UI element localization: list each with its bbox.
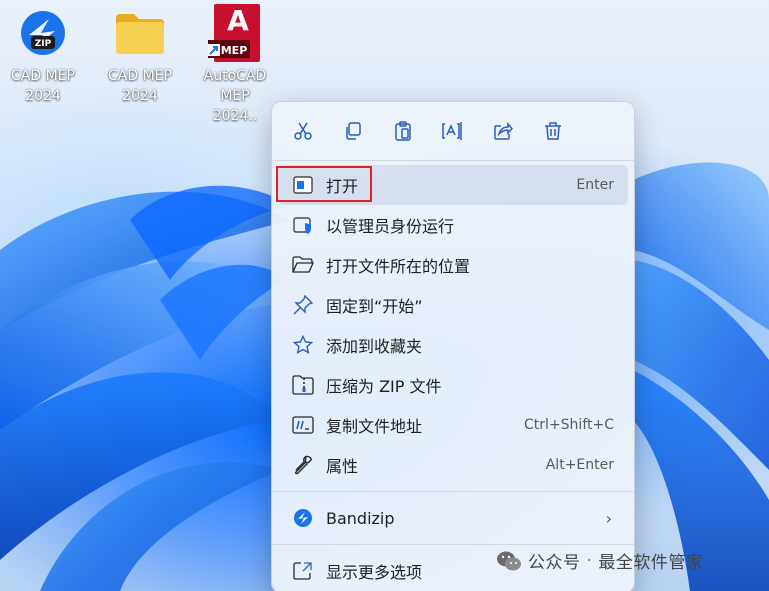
zip-folder-icon: [292, 374, 314, 396]
menu-item-open[interactable]: 打开 Enter: [276, 165, 628, 205]
autocad-letter: A: [227, 4, 249, 37]
desktop-icon-folder[interactable]: CAD MEP 2024: [101, 6, 179, 106]
desktop-icon-zip[interactable]: ZIP CAD MEP 2024: [4, 6, 82, 106]
menu-item-compress-zip[interactable]: 压缩为 ZIP 文件: [278, 365, 628, 405]
wrench-icon: [292, 454, 314, 476]
menu-item-run-as-admin[interactable]: 以管理员身份运行: [278, 205, 628, 245]
show-more-icon: [292, 560, 314, 582]
star-icon: [292, 334, 314, 356]
copy-path-icon: [292, 414, 314, 436]
paste-button[interactable]: [386, 114, 420, 148]
bandizip-icon: [292, 507, 314, 529]
copy-icon: [346, 122, 361, 140]
menu-item-pin-to-start[interactable]: 固定到“开始”: [278, 285, 628, 325]
menu-item-shortcut: Enter: [576, 177, 614, 193]
menu-item-label: 固定到“开始”: [326, 297, 423, 316]
scissors-icon: [294, 122, 312, 140]
desktop-icon-label: CAD MEP 2024: [11, 68, 75, 104]
menu-item-label: 添加到收藏夹: [326, 337, 423, 356]
desktop-icon-autocad-mep[interactable]: A MEP AutoCAD MEP 2024..: [196, 4, 274, 126]
watermark-right: 最全软件管家: [598, 553, 704, 573]
open-app-icon: [292, 174, 314, 196]
context-menu: 打开 Enter 以管理员身份运行 打开文件所在的位置 固定到“开始” 添加到收…: [271, 101, 635, 591]
menu-item-copy-as-path[interactable]: 复制文件地址 Ctrl+Shift+C: [278, 405, 628, 445]
menu-item-label: 以管理员身份运行: [326, 217, 455, 236]
share-button[interactable]: [486, 114, 520, 148]
menu-item-label: 打开文件所在的位置: [326, 257, 471, 276]
folder-open-icon: [292, 254, 314, 276]
menu-item-label: 打开: [326, 177, 359, 196]
menu-item-add-to-favorites[interactable]: 添加到收藏夹: [278, 325, 628, 365]
menu-item-bandizip[interactable]: Bandizip ›: [278, 498, 628, 538]
menu-item-label: Bandizip: [326, 508, 395, 528]
menu-item-label: 属性: [326, 457, 359, 476]
rename-icon: [442, 122, 462, 140]
watermark-left: 公众号: [528, 553, 581, 573]
folder-icon: [113, 6, 167, 60]
trash-icon: [545, 122, 561, 140]
share-icon: [494, 122, 513, 140]
context-menu-toolbar: [272, 102, 634, 160]
wechat-icon: [497, 551, 521, 570]
menu-item-shortcut: Ctrl+Shift+C: [524, 417, 614, 433]
pin-icon: [292, 294, 314, 316]
cut-button[interactable]: [286, 114, 320, 148]
chevron-right-icon: ›: [605, 508, 612, 528]
autocad-mep-icon: A MEP: [208, 4, 262, 62]
context-menu-list: 打开 Enter 以管理员身份运行 打开文件所在的位置 固定到“开始” 添加到收…: [272, 161, 634, 591]
watermark-separator: ·: [586, 550, 593, 571]
zip-archive-icon: ZIP: [16, 6, 70, 60]
menu-item-label: 复制文件地址: [326, 417, 423, 436]
admin-shield-icon: [292, 214, 314, 236]
menu-item-shortcut: Alt+Enter: [545, 457, 614, 473]
menu-item-open-file-location[interactable]: 打开文件所在的位置: [278, 245, 628, 285]
copy-button[interactable]: [336, 114, 370, 148]
desktop-icon-label: CAD MEP 2024: [108, 68, 172, 104]
menu-item-label: 压缩为 ZIP 文件: [326, 377, 442, 396]
rename-button[interactable]: [436, 114, 470, 148]
delete-button[interactable]: [536, 114, 570, 148]
menu-item-properties[interactable]: 属性 Alt+Enter: [278, 445, 628, 485]
desktop-icon-label: AutoCAD MEP 2024..: [203, 68, 267, 124]
paste-icon: [395, 121, 411, 141]
autocad-badge: MEP: [221, 44, 248, 57]
svg-text:ZIP: ZIP: [35, 39, 52, 49]
watermark: 公众号 · 最全软件管家: [496, 548, 703, 573]
